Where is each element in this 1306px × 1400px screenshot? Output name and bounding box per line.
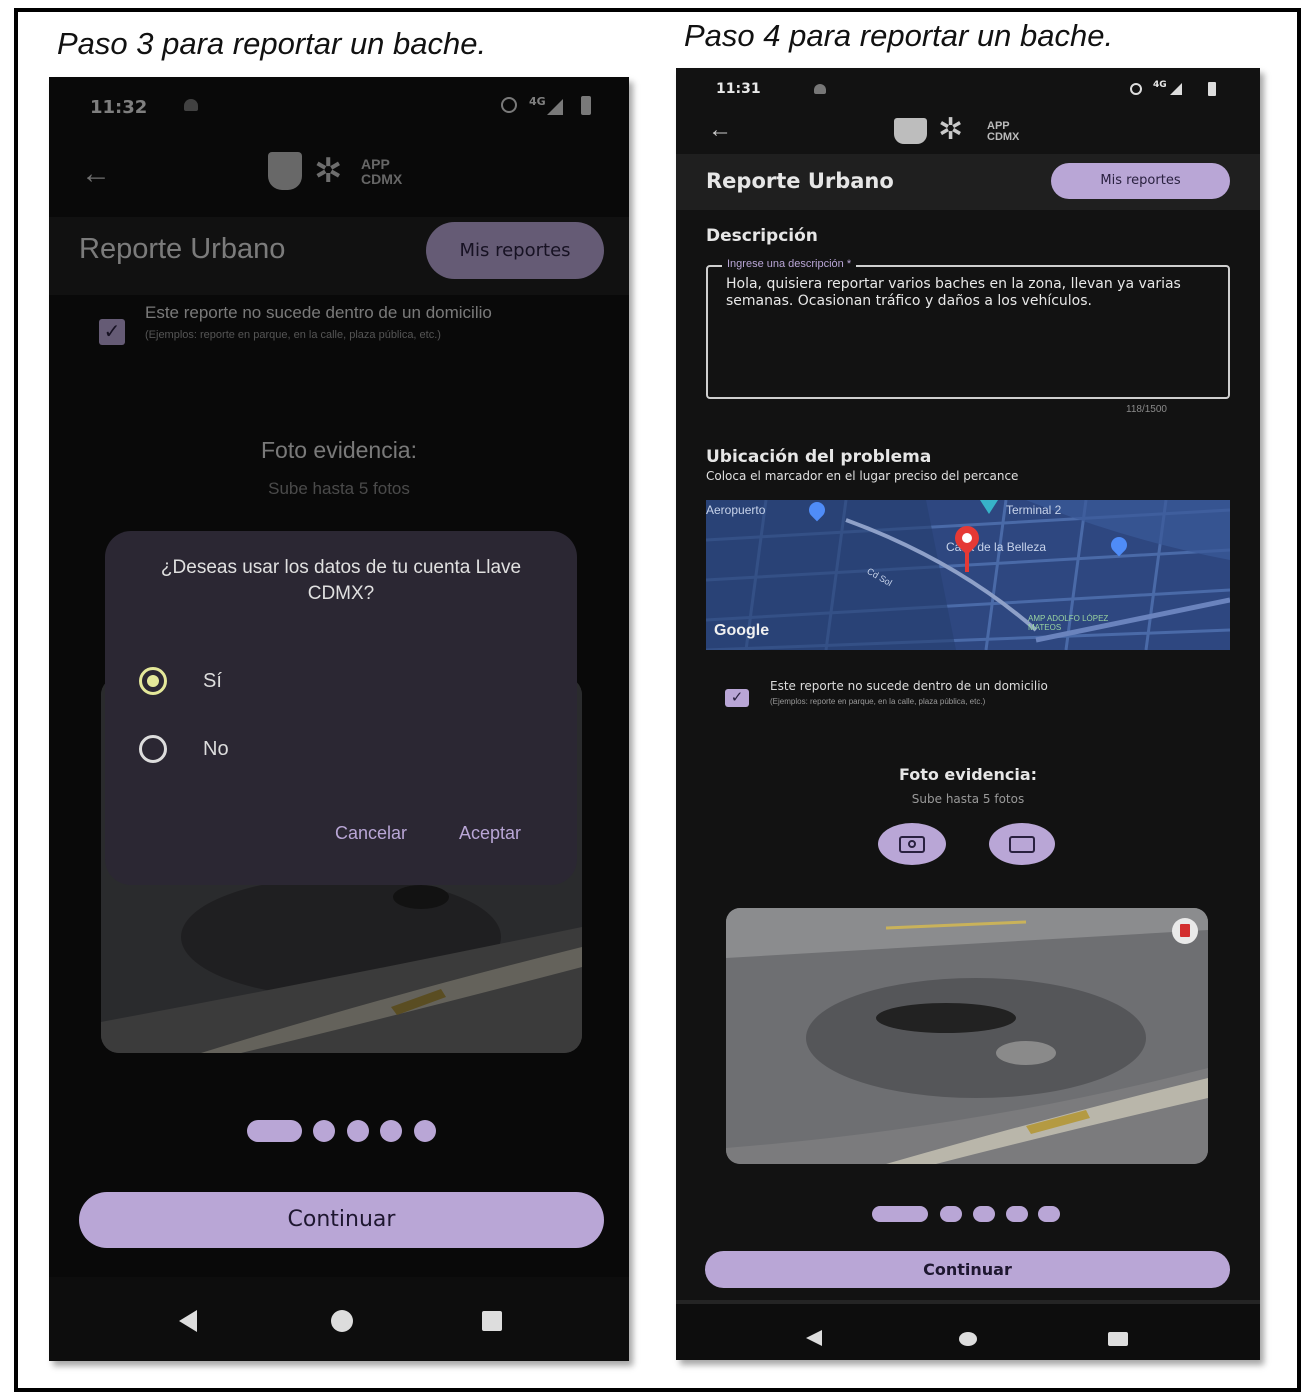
location-marker-center <box>959 530 975 546</box>
battery-icon <box>1208 82 1216 96</box>
pager-dot <box>973 1206 995 1222</box>
pager-dot <box>347 1120 369 1142</box>
left-caption: Paso 3 para reportar un bache. <box>57 26 487 61</box>
delete-photo-button[interactable] <box>1172 918 1198 944</box>
back-arrow-icon[interactable]: ← <box>708 116 732 144</box>
government-shield-icon <box>894 118 927 144</box>
network-label: 4G <box>1153 80 1167 90</box>
pager-dot <box>380 1120 402 1142</box>
map-poi-marker-icon <box>980 500 998 514</box>
pager-dot <box>313 1120 335 1142</box>
signal-icon <box>1170 83 1182 95</box>
nav-recents-icon[interactable] <box>482 1311 502 1331</box>
logo-text: APP CDMX <box>987 121 1019 143</box>
description-label: Descripción <box>706 226 818 246</box>
location-marker-stem <box>965 548 969 572</box>
map-label-airport: Aeropuerto <box>706 503 766 517</box>
alarm-icon <box>1130 83 1142 95</box>
nav-back-icon[interactable] <box>806 1330 822 1346</box>
nav-recents-icon[interactable] <box>1108 1332 1128 1346</box>
cdmx-logo-icon: ✲ <box>938 113 964 146</box>
nav-home-icon[interactable] <box>331 1310 353 1332</box>
llave-cdmx-dialog: ¿Deseas usar los datos de tu cuenta Llav… <box>105 531 577 885</box>
gallery-button[interactable] <box>989 823 1055 865</box>
option-no-label[interactable]: No <box>203 738 229 761</box>
continue-button[interactable]: Continuar <box>705 1251 1230 1288</box>
right-caption: Paso 4 para reportar un bache. <box>684 18 1114 53</box>
radio-yes[interactable] <box>139 667 167 695</box>
location-subtitle: Coloca el marcador en el lugar preciso d… <box>706 469 1019 483</box>
radio-no[interactable] <box>139 735 167 763</box>
pothole-photo <box>726 908 1208 1164</box>
left-phone-screen: 11:32 4G ← ✲ APP CDMX Reporte Urbano Mis… <box>49 77 629 1361</box>
photo-title: Foto evidencia: <box>898 765 1038 784</box>
google-logo: Google <box>714 622 770 639</box>
map-label-neighborhood: AMP ADOLFO LÓPEZ MATEOS <box>1028 614 1109 632</box>
radio-yes-dot <box>147 675 159 687</box>
status-time: 11:31 <box>716 81 761 97</box>
nav-home-icon[interactable] <box>959 1332 977 1346</box>
pager-indicator-active <box>872 1206 928 1222</box>
camera-button[interactable] <box>878 823 946 865</box>
photo-subtitle: Sube hasta 5 fotos <box>911 792 1025 806</box>
checkbox-label: Este reporte no sucede dentro de un domi… <box>770 679 1048 693</box>
camera-lens <box>908 840 916 848</box>
description-placeholder: Ingrese una descripción * <box>722 258 857 270</box>
char-count: 118/1500 <box>1126 404 1167 415</box>
system-nav-bar <box>49 1277 629 1361</box>
gallery-icon <box>1009 836 1035 853</box>
option-yes-label[interactable]: Sí <box>203 670 222 693</box>
logo-text-line-2: CDMX <box>987 131 1020 143</box>
pager-dot <box>940 1206 962 1222</box>
location-title: Ubicación del problema <box>706 447 932 467</box>
pager-dot <box>414 1120 436 1142</box>
camera-icon <box>899 836 925 853</box>
trash-icon <box>1180 924 1190 937</box>
page-title: Reporte Urbano <box>706 169 894 193</box>
description-value: Hola, quisiera reportar varios baches en… <box>726 276 1181 309</box>
nav-back-icon[interactable] <box>179 1310 197 1332</box>
pager-dot <box>1038 1206 1060 1222</box>
accept-button[interactable]: Aceptar <box>459 823 521 844</box>
cancel-button[interactable]: Cancelar <box>335 823 407 844</box>
dialog-question: ¿Deseas usar los datos de tu cuenta Llav… <box>160 557 522 604</box>
checkbox-hint: (Ejemplos: reporte en parque, en la call… <box>770 697 986 706</box>
map-label-terminal: Terminal 2 <box>1006 503 1062 517</box>
description-textarea[interactable]: Ingrese una descripción * Hola, quisiera… <box>706 258 1230 399</box>
system-nav-bar <box>676 1300 1260 1360</box>
right-phone-screen: 11:31 4G ← ✲ APP CDMX Reporte Urbano Mis… <box>676 68 1260 1360</box>
my-reports-button[interactable]: Mis reportes <box>1051 163 1230 199</box>
outside-home-checkbox[interactable]: ✓ <box>725 689 749 707</box>
status-notification-icon <box>814 84 826 94</box>
continue-button[interactable]: Continuar <box>79 1192 604 1248</box>
pager-indicator-active <box>247 1120 302 1142</box>
location-map[interactable]: Aeropuerto Terminal 2 Casa de la Belleza… <box>706 500 1230 650</box>
pager-dot <box>1006 1206 1028 1222</box>
